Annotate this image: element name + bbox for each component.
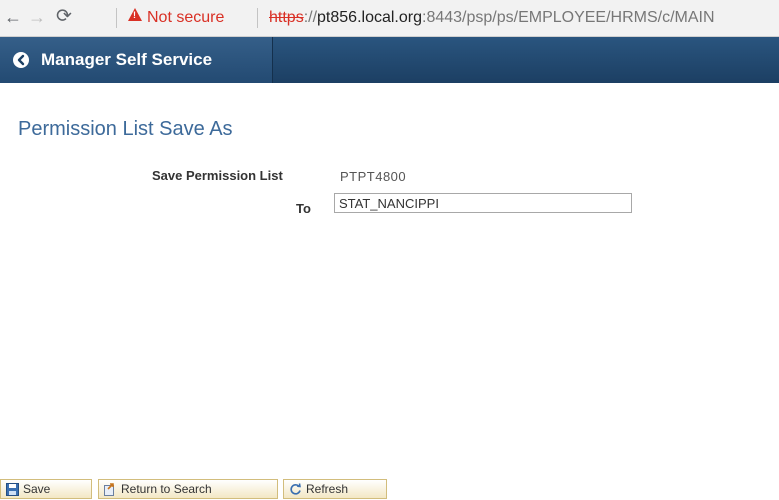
save-label: Save: [23, 482, 51, 496]
return-to-search-label: Return to Search: [121, 482, 212, 496]
url-path: :8443/psp/ps/EMPLOYEE/HRMS/c/MAIN: [422, 9, 715, 26]
return-search-icon: [104, 483, 114, 496]
save-button[interactable]: Save: [0, 479, 92, 499]
app-header: Manager Self Service: [0, 37, 779, 83]
url-host: pt856.local.org: [317, 9, 422, 26]
floppy-disk-icon: [6, 483, 19, 496]
to-input[interactable]: [334, 193, 632, 213]
refresh-label: Refresh: [306, 482, 349, 496]
return-to-search-button[interactable]: Return to Search: [98, 479, 278, 499]
refresh-button[interactable]: Refresh: [283, 479, 387, 499]
url-scheme: https: [269, 9, 304, 26]
page-title: Permission List Save As: [18, 118, 233, 140]
reload-icon[interactable]: ⟳: [56, 7, 72, 27]
header-title: Manager Self Service: [41, 50, 213, 69]
save-permission-list-value: PTPT4800: [340, 169, 407, 184]
divider: [257, 8, 258, 28]
divider: [116, 8, 117, 28]
chevron-left-icon: [13, 52, 29, 68]
save-permission-list-label: Save Permission List: [152, 168, 283, 183]
forward-arrow-icon[interactable]: →: [28, 7, 46, 27]
to-label: To: [296, 201, 311, 216]
refresh-icon: [290, 483, 301, 495]
back-arrow-icon[interactable]: ←: [4, 7, 22, 27]
browser-toolbar: ← → ⟳ ! Not secure https://pt856.local.o…: [0, 0, 779, 37]
back-to-homepage-button[interactable]: Manager Self Service: [0, 37, 273, 83]
security-status[interactable]: Not secure: [147, 8, 224, 28]
url-separator: ://: [303, 9, 318, 26]
address-bar-url[interactable]: https://pt856.local.org:8443/psp/ps/EMPL…: [269, 8, 715, 28]
